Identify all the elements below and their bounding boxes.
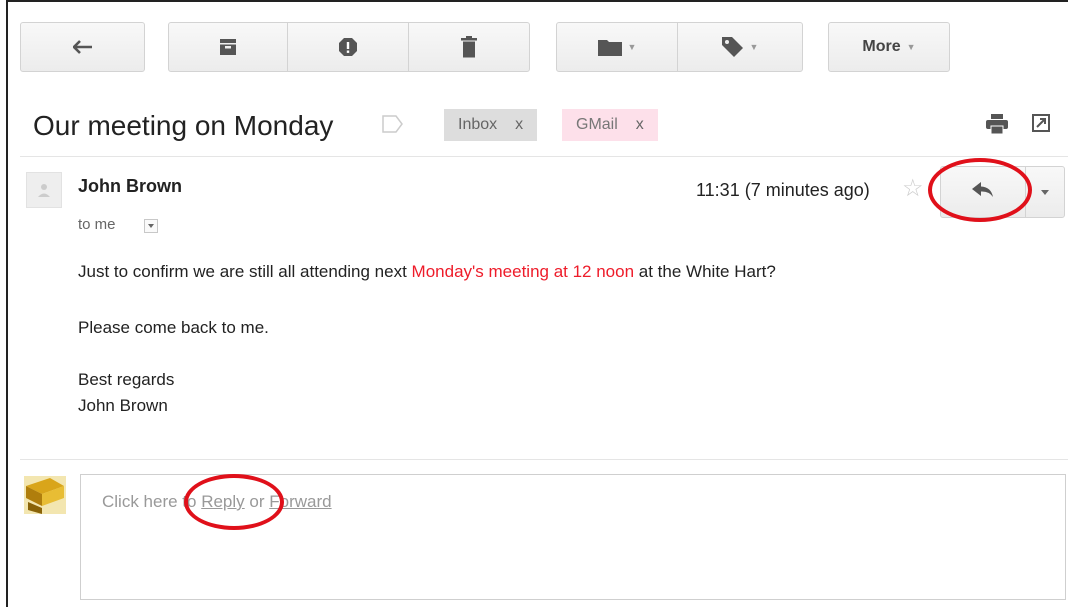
label-icon xyxy=(721,37,744,57)
chevron-down-icon: ▼ xyxy=(627,42,637,52)
print-icon[interactable] xyxy=(986,114,1008,139)
body-text-after: at the White Hart? xyxy=(634,262,776,281)
label-chip-inbox[interactable]: Inbox x xyxy=(444,109,538,141)
message-more-dropdown[interactable] xyxy=(1025,166,1065,218)
forward-link[interactable]: Forward xyxy=(269,492,331,511)
reply-prompt-middle: or xyxy=(244,492,270,511)
delete-button[interactable] xyxy=(408,22,530,72)
chevron-down-icon: ▼ xyxy=(749,42,759,52)
trash-icon xyxy=(461,36,477,58)
remove-label-button[interactable]: x xyxy=(636,116,644,134)
reply-prompt: Click here to Reply or Forward xyxy=(102,492,332,512)
folder-icon xyxy=(597,38,622,56)
message-timestamp: 11:31 (7 minutes ago) xyxy=(696,180,870,200)
body-text-before: Just to confirm we are still all attendi… xyxy=(78,262,412,281)
show-details-dropdown[interactable] xyxy=(144,219,158,233)
labels-button[interactable]: ▼ xyxy=(677,22,803,72)
divider xyxy=(20,156,1068,157)
body-text-highlight: Monday's meeting at 12 noon xyxy=(411,262,635,281)
archive-button[interactable] xyxy=(168,22,288,72)
window-border-left xyxy=(6,0,8,607)
body-line-1: Just to confirm we are still all attendi… xyxy=(78,262,776,282)
star-icon[interactable]: ☆ xyxy=(902,174,924,203)
report-spam-icon xyxy=(338,37,358,57)
label-name: GMail xyxy=(576,116,618,133)
back-arrow-icon xyxy=(72,40,93,54)
body-signature: John Brown xyxy=(78,396,168,415)
important-marker-icon[interactable] xyxy=(382,115,404,133)
label-chip-gmail[interactable]: GMail x xyxy=(562,109,658,141)
remove-label-button[interactable]: x xyxy=(515,116,523,134)
body-closing: Best regards xyxy=(78,370,175,389)
reply-arrow-icon xyxy=(972,181,994,203)
move-to-button[interactable]: ▼ xyxy=(556,22,678,72)
divider xyxy=(20,459,1068,460)
back-button[interactable] xyxy=(20,22,145,72)
user-avatar xyxy=(24,476,66,514)
chevron-down-icon: ▼ xyxy=(906,42,916,52)
archive-icon xyxy=(219,38,237,56)
reply-link[interactable]: Reply xyxy=(201,492,244,511)
more-button[interactable]: More ▼ xyxy=(828,22,950,72)
avatar[interactable] xyxy=(26,172,62,208)
reply-button[interactable] xyxy=(940,166,1026,218)
body-line-2: Please come back to me. xyxy=(78,318,269,337)
sender-name[interactable]: John Brown xyxy=(78,176,182,197)
window-border-top xyxy=(6,0,1068,2)
thread-subject: Our meeting on Monday xyxy=(33,110,334,141)
more-label: More xyxy=(862,38,901,55)
label-name: Inbox xyxy=(458,116,498,133)
reply-prompt-prefix: Click here to xyxy=(102,492,202,511)
new-window-icon[interactable] xyxy=(1032,114,1050,137)
recipient-label: to me xyxy=(78,216,116,233)
report-spam-button[interactable] xyxy=(287,22,409,72)
